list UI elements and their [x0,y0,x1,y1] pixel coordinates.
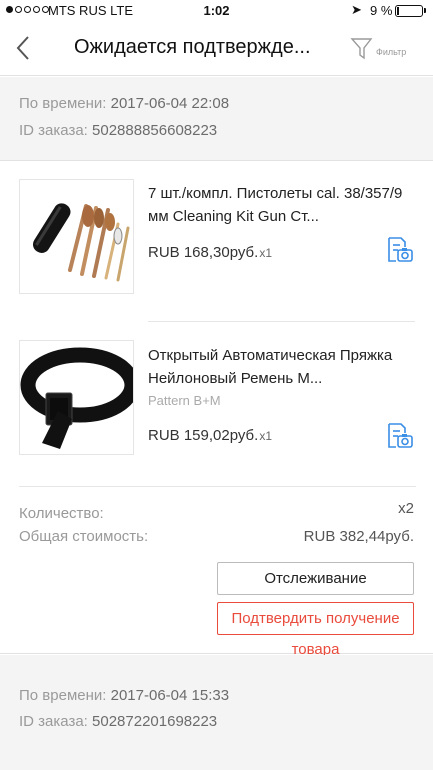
clock: 1:02 [203,3,230,18]
total-label: Общая стоимость: [19,528,149,545]
photo-review-icon [388,423,413,448]
filter-button[interactable]: Фильтр [350,36,414,66]
order-id-label: ID заказа: [19,122,93,139]
product-price: RUB 159,02руб.x1 [148,427,272,444]
add-photo-review-button[interactable] [386,422,414,450]
order-time-label: По времени: [19,687,111,704]
confirm-receipt-button[interactable]: Подтвердить получение товара [217,602,414,658]
order-time-label: По времени: [19,95,111,112]
location-arrow-icon: ➤ [351,2,362,17]
product-price: RUB 168,30руб.x1 [148,244,272,261]
navigation-bar: Ожидается подтвержде... Фильтр [0,22,433,76]
order-id-value: 502872201698223 [92,713,218,730]
summary-divider [19,486,416,487]
order-time-value: 2017-06-04 15:33 [110,687,230,704]
order-time-value: 2017-06-04 22:08 [110,95,230,112]
track-order-button[interactable]: Отслеживание [217,562,414,595]
page-title: Ожидается подтвержде... [74,36,311,58]
back-chevron-icon [16,36,29,60]
filter-funnel-icon [350,38,373,60]
total-value: RUB 382,44руб. [303,528,414,545]
product-title[interactable]: 7 шт./компл. Пистолеты cal. 38/357/9 мм … [148,182,416,228]
filter-label: Фильтр [376,47,407,57]
order-time: По времени: 2017-06-04 22:08 [19,95,229,112]
product-image-belt[interactable] [19,340,134,455]
product-variant: Pattern B+M [148,393,221,408]
order-id-label: ID заказа: [19,713,93,730]
product-qty: x1 [259,246,273,260]
item-divider [148,321,415,322]
quantity-value: x2 [398,500,414,517]
product-price-value: RUB 159,02руб. [148,427,259,444]
order-time: По времени: 2017-06-04 15:33 [19,687,229,704]
add-photo-review-button[interactable] [386,236,414,264]
product-image-cleaning-kit[interactable] [19,179,134,294]
quantity-label: Количество: [19,505,104,522]
battery-percent: 9 % [370,3,393,18]
product-title[interactable]: Открытый Автоматическая Пряжка Нейлоновы… [148,344,416,390]
photo-review-icon [388,237,413,262]
product-qty: x1 [259,429,273,443]
order-id: ID заказа: 502872201698223 [19,713,217,730]
back-button[interactable] [12,34,36,62]
order-meta-section [0,77,433,160]
battery-cap [424,8,426,13]
product-price-value: RUB 168,30руб. [148,244,259,261]
order-id: ID заказа: 502888856608223 [19,122,217,139]
battery-icon [395,5,423,17]
order-id-value: 502888856608223 [92,122,218,139]
status-bar: MTS RUS LTE 1:02 ➤ 9 % [0,0,433,22]
